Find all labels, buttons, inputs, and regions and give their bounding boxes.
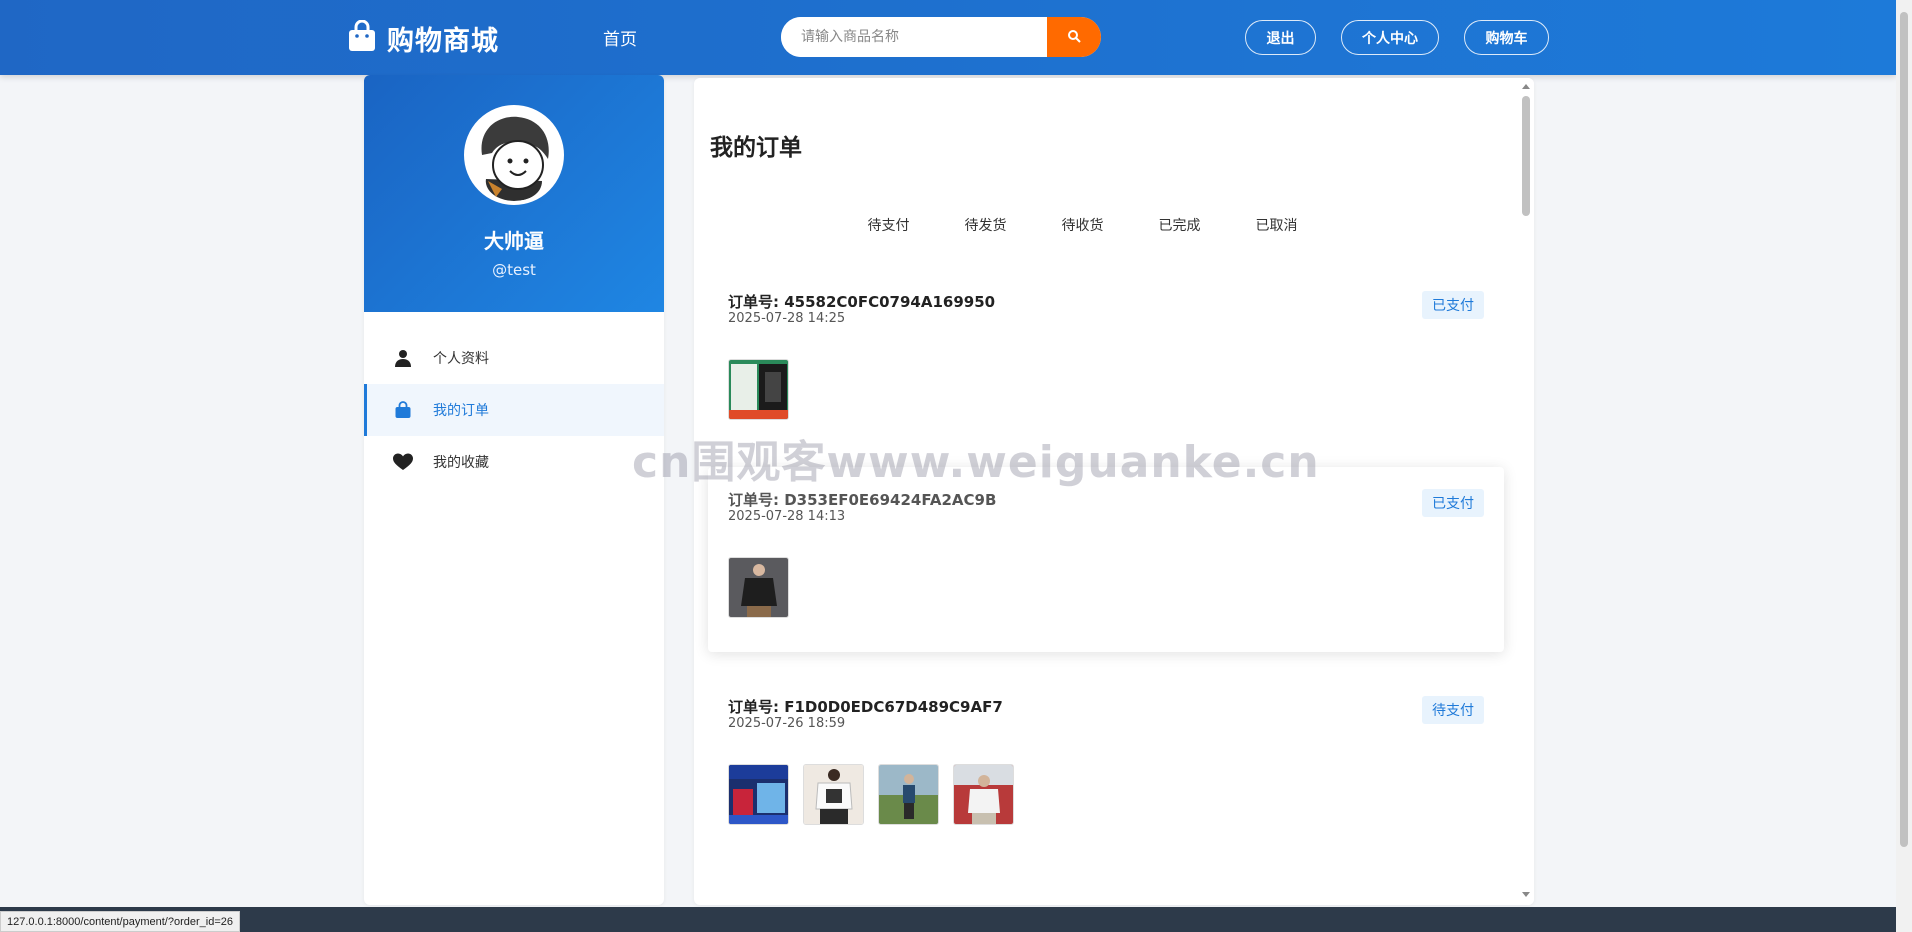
user-icon xyxy=(393,348,413,368)
scrollbar-thumb[interactable] xyxy=(1522,96,1530,216)
shopping-bag-icon xyxy=(393,400,413,420)
order-time: 2025-07-28 14:13 xyxy=(728,509,846,524)
shopping-bag-icon xyxy=(347,19,377,56)
search-button[interactable] xyxy=(1047,17,1101,57)
tab-pending-receipt[interactable]: 待收货 xyxy=(1034,215,1131,235)
order-card[interactable]: 订单号: F1D0D0EDC67D489C9AF7 2025-07-26 18:… xyxy=(708,674,1504,859)
sidebar-item-label: 我的订单 xyxy=(433,403,489,419)
sidebar-item-profile[interactable]: 个人资料 xyxy=(364,332,664,384)
heart-icon xyxy=(393,452,413,472)
watermark-text: cn围观客www.weiguanke.cn xyxy=(632,437,1320,488)
avatar[interactable] xyxy=(464,105,564,205)
search-icon xyxy=(1067,28,1081,47)
personal-center-button[interactable]: 个人中心 xyxy=(1341,20,1439,55)
order-product-thumbnails xyxy=(728,359,789,420)
order-number: 订单号: F1D0D0EDC67D489C9AF7 xyxy=(728,698,1003,716)
scroll-down-arrow-icon[interactable] xyxy=(1522,892,1530,897)
logout-button[interactable]: 退出 xyxy=(1245,20,1316,55)
sidebar-menu: 个人资料 我的订单 我的收藏 xyxy=(364,332,664,488)
logo-text: 购物商城 xyxy=(387,25,499,57)
site-logo[interactable]: 购物商城 xyxy=(347,18,499,58)
top-navigation-bar: 购物商城 首页 退出 个人中心 购物车 xyxy=(0,0,1896,75)
sidebar-item-orders[interactable]: 我的订单 xyxy=(364,384,664,436)
order-card[interactable]: 订单号: D353EF0E69424FA2AC9B 2025-07-28 14:… xyxy=(708,467,1504,652)
status-badge: 已支付 xyxy=(1422,291,1484,319)
browser-status-url: 127.0.0.1:8000/content/payment/?order_id… xyxy=(0,911,240,932)
page-title: 我的订单 xyxy=(710,135,802,161)
tab-cancelled[interactable]: 已取消 xyxy=(1228,215,1325,235)
page-scrollbar-thumb[interactable] xyxy=(1900,12,1908,847)
profile-card: 大帅逼 @test xyxy=(364,75,664,312)
search-bar xyxy=(781,17,1101,57)
sidebar: 大帅逼 @test 个人资料 我的订单 我的收藏 xyxy=(364,75,664,905)
product-thumbnail[interactable] xyxy=(728,764,789,825)
nav-home-link[interactable]: 首页 xyxy=(603,25,637,50)
orders-scrollbar[interactable] xyxy=(1518,78,1534,905)
search-input[interactable] xyxy=(781,17,1047,57)
cart-button[interactable]: 购物车 xyxy=(1464,20,1549,55)
orders-panel: 我的订单 待支付 待发货 待收货 已完成 已取消 订单号: 45582C0FC0… xyxy=(694,78,1534,905)
order-status-tabs: 待支付 待发货 待收货 已完成 已取消 xyxy=(840,215,1325,235)
status-badge: 已支付 xyxy=(1422,489,1484,517)
bottom-footer-bar xyxy=(0,907,1896,932)
order-time: 2025-07-28 14:25 xyxy=(728,311,846,326)
user-handle: @test xyxy=(492,261,536,279)
status-badge: 待支付 xyxy=(1422,696,1484,724)
sidebar-item-label: 我的收藏 xyxy=(433,455,489,471)
order-product-thumbnails xyxy=(728,557,789,618)
tab-pending-shipment[interactable]: 待发货 xyxy=(937,215,1034,235)
product-thumbnail[interactable] xyxy=(953,764,1014,825)
sidebar-item-label: 个人资料 xyxy=(433,351,489,367)
sidebar-item-favorites[interactable]: 我的收藏 xyxy=(364,436,664,488)
product-thumbnail[interactable] xyxy=(728,557,789,618)
scroll-up-arrow-icon[interactable] xyxy=(1522,84,1530,89)
product-thumbnail[interactable] xyxy=(878,764,939,825)
page-scrollbar[interactable] xyxy=(1896,0,1912,932)
order-product-thumbnails xyxy=(728,764,1014,825)
username: 大帅逼 xyxy=(484,229,544,253)
order-number: 订单号: D353EF0E69424FA2AC9B xyxy=(728,491,997,509)
order-time: 2025-07-26 18:59 xyxy=(728,716,846,731)
order-number: 订单号: 45582C0FC0794A169950 xyxy=(728,293,996,311)
tab-completed[interactable]: 已完成 xyxy=(1131,215,1228,235)
tab-pending-payment[interactable]: 待支付 xyxy=(840,215,937,235)
product-thumbnail[interactable] xyxy=(728,359,789,420)
product-thumbnail[interactable] xyxy=(803,764,864,825)
